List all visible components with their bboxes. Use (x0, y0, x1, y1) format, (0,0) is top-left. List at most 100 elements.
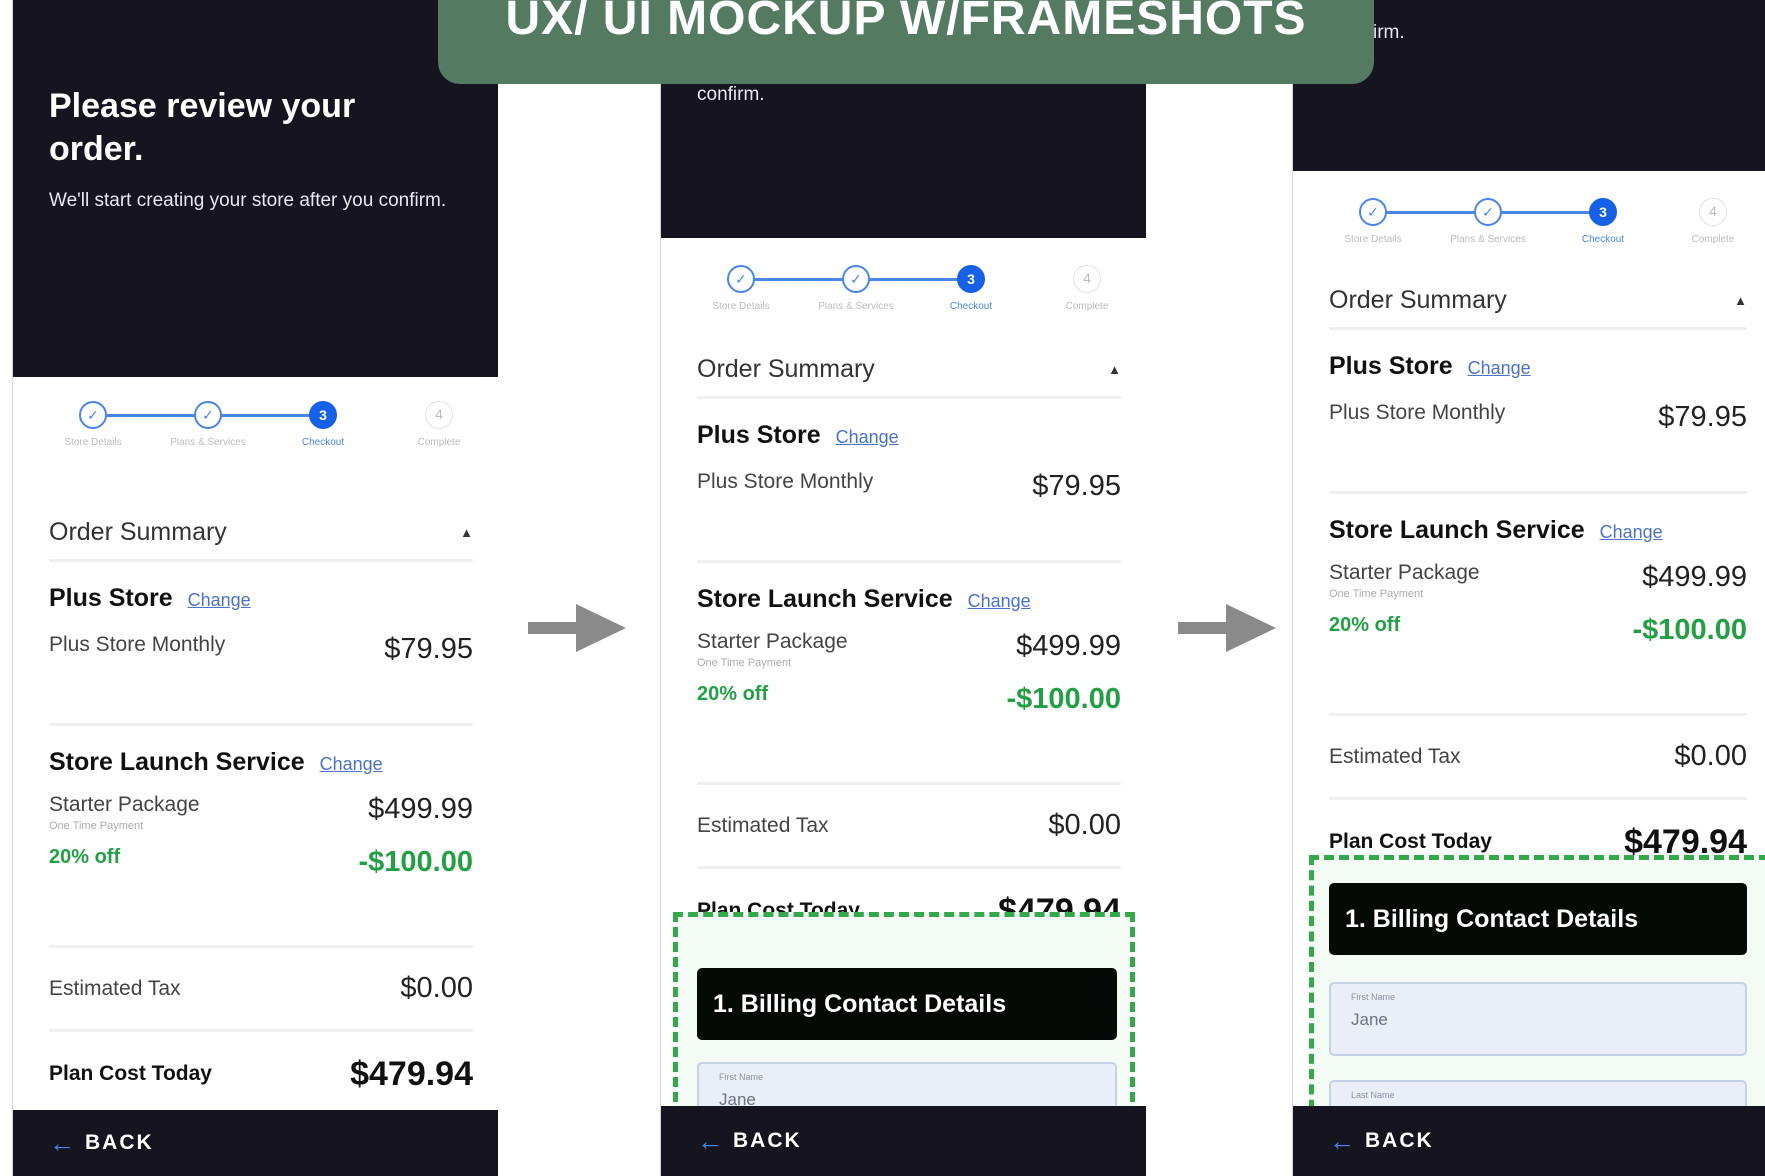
order-summary-title: Order Summary (1329, 286, 1507, 314)
check-circle-icon: ✓ (1474, 198, 1502, 226)
order-summary-header[interactable]: Order Summary ▲ (697, 343, 1121, 399)
review-header: Please review your order. We'll start cr… (13, 0, 498, 377)
caret-up-icon[interactable]: ▲ (1108, 362, 1121, 377)
step-number: 3 (957, 265, 985, 293)
discount-label: 20% off (697, 683, 769, 705)
check-circle-icon: ✓ (79, 401, 107, 429)
check-circle-icon: ✓ (1359, 198, 1387, 226)
starter-package-label: Starter Package (697, 630, 848, 653)
plus-store-item: Plus Store Monthly (697, 470, 874, 493)
starter-package-label: Starter Package (49, 793, 200, 816)
plus-store-price: $79.95 (1658, 401, 1747, 433)
frame-3: irm. ✓ Store Details ✓ Plans & Services … (1292, 0, 1765, 1176)
starter-package-price: $499.99 (1016, 630, 1121, 662)
order-summary: Order Summary ▲ Plus Store Change Plus S… (697, 343, 1121, 953)
step-complete: 4 Complete (1029, 265, 1145, 312)
starter-package-label: Starter Package (1329, 561, 1480, 584)
order-summary-title: Order Summary (49, 518, 227, 546)
change-plan-link[interactable]: Change (836, 427, 899, 447)
step-number: 3 (1589, 198, 1617, 226)
step-number: 4 (1699, 198, 1727, 226)
plus-store-group: Plus Store Change Plus Store Monthly $79… (1329, 352, 1747, 494)
step-complete: 4 Complete (1655, 198, 1765, 245)
change-service-link[interactable]: Change (320, 754, 383, 774)
discount-value: -$100.00 (1632, 614, 1748, 646)
total-row: Plan Cost Today $479.94 (49, 1032, 473, 1116)
mockup-banner: UX/ UI MOCKUP W/FRAMESHOTS (438, 0, 1374, 84)
checkout-stepper: ✓ Store Details ✓ Plans & Services 3 Che… (13, 401, 498, 471)
step-store-details[interactable]: ✓ Store Details (1315, 198, 1431, 245)
checkout-stepper: ✓ Store Details ✓ Plans & Services 3 Che… (661, 265, 1146, 335)
tax-value: $0.00 (400, 972, 473, 1004)
discount-value: -$100.00 (358, 846, 474, 878)
step-plans-services[interactable]: ✓ Plans & Services (798, 265, 914, 312)
caret-up-icon[interactable]: ▲ (1734, 293, 1747, 308)
step-number: 4 (425, 401, 453, 429)
check-circle-icon: ✓ (194, 401, 222, 429)
checkout-stepper: ✓ Store Details ✓ Plans & Services 3 Che… (1293, 198, 1765, 268)
tax-label: Estimated Tax (697, 813, 829, 837)
order-summary: Order Summary ▲ Plus Store Change Plus S… (49, 506, 473, 1116)
billing-contact-section[interactable]: 1. Billing Contact Details (1329, 883, 1747, 955)
step-store-details[interactable]: ✓ Store Details (35, 401, 151, 448)
right-arrow-icon (1178, 604, 1276, 652)
tax-row: Estimated Tax $0.00 (1329, 716, 1747, 800)
one-time-payment-note: One Time Payment (1329, 588, 1424, 600)
step-checkout[interactable]: 3 Checkout (265, 401, 381, 448)
plus-store-price: $79.95 (384, 633, 473, 665)
step-store-details[interactable]: ✓ Store Details (683, 265, 799, 312)
tax-row: Estimated Tax $0.00 (49, 948, 473, 1032)
order-summary: Order Summary ▲ Plus Store Change Plus S… (1329, 274, 1747, 884)
total-value: $479.94 (350, 1054, 473, 1093)
total-label: Plan Cost Today (1329, 830, 1492, 853)
step-number: 4 (1073, 265, 1101, 293)
change-service-link[interactable]: Change (968, 591, 1031, 611)
launch-service-title: Store Launch Service (49, 748, 305, 776)
launch-service-group: Store Launch Service Change Starter Pack… (49, 748, 473, 948)
change-plan-link[interactable]: Change (1468, 358, 1531, 378)
right-arrow-icon (528, 604, 626, 652)
billing-contact-title: 1. Billing Contact Details (713, 989, 1007, 1018)
step-checkout[interactable]: 3 Checkout (913, 265, 1029, 312)
back-label: BACK (733, 1129, 802, 1152)
launch-service-group: Store Launch Service Change Starter Pack… (697, 585, 1121, 785)
billing-contact-title: 1. Billing Contact Details (1345, 904, 1639, 933)
caret-up-icon[interactable]: ▲ (460, 525, 473, 540)
back-button[interactable]: ← BACK (13, 1110, 498, 1176)
total-label: Plan Cost Today (49, 1062, 212, 1085)
starter-package-price: $499.99 (368, 793, 473, 825)
one-time-payment-note: One Time Payment (697, 657, 792, 669)
order-summary-header[interactable]: Order Summary ▲ (1329, 274, 1747, 330)
first-name-field[interactable]: First Name Jane (1329, 982, 1747, 1056)
step-number: 3 (309, 401, 337, 429)
left-arrow-icon: ← (1329, 1126, 1355, 1156)
launch-service-title: Store Launch Service (697, 585, 953, 613)
plus-store-item: Plus Store Monthly (1329, 401, 1506, 424)
change-service-link[interactable]: Change (1600, 522, 1663, 542)
page-subtitle: We'll start creating your store after yo… (49, 190, 447, 211)
step-plans-services[interactable]: ✓ Plans & Services (150, 401, 266, 448)
back-button[interactable]: ← BACK (661, 1106, 1146, 1176)
discount-label: 20% off (49, 846, 121, 868)
plus-store-group: Plus Store Change Plus Store Monthly $79… (49, 584, 473, 726)
launch-service-title: Store Launch Service (1329, 516, 1585, 544)
launch-service-group: Store Launch Service Change Starter Pack… (1329, 516, 1747, 716)
back-button[interactable]: ← BACK (1293, 1106, 1765, 1176)
tax-value: $0.00 (1048, 809, 1121, 841)
discount-label: 20% off (1329, 614, 1401, 636)
plus-store-group: Plus Store Change Plus Store Monthly $79… (697, 421, 1121, 563)
step-complete: 4 Complete (381, 401, 497, 448)
one-time-payment-note: One Time Payment (49, 820, 144, 832)
back-label: BACK (85, 1131, 154, 1154)
change-plan-link[interactable]: Change (188, 590, 251, 610)
step-checkout[interactable]: 3 Checkout (1545, 198, 1661, 245)
back-label: BACK (1365, 1129, 1434, 1152)
billing-contact-section[interactable]: 1. Billing Contact Details (697, 968, 1117, 1040)
left-arrow-icon: ← (49, 1128, 75, 1158)
tax-label: Estimated Tax (1329, 744, 1461, 768)
page-title: Please review your order. (49, 87, 356, 168)
tax-value: $0.00 (1674, 740, 1747, 772)
plus-store-title: Plus Store (49, 584, 173, 612)
step-plans-services[interactable]: ✓ Plans & Services (1430, 198, 1546, 245)
order-summary-header[interactable]: Order Summary ▲ (49, 506, 473, 562)
